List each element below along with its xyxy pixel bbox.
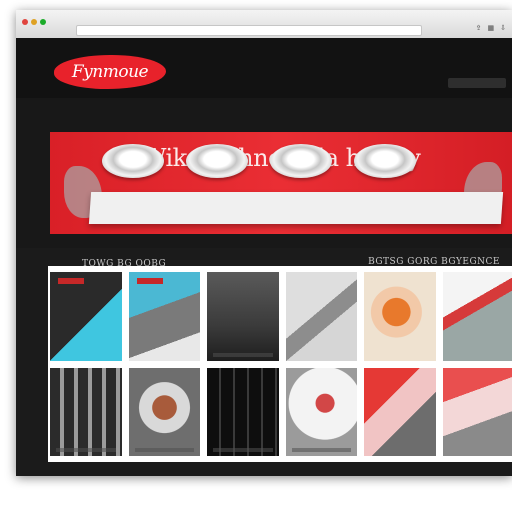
address-bar[interactable]: [76, 25, 422, 36]
hero-plates: [102, 144, 416, 178]
gallery-thumbnail[interactable]: [207, 367, 279, 456]
logo-text: Fynmoue: [71, 62, 149, 82]
gallery-thumbnail[interactable]: [207, 272, 279, 361]
gallery-thumbnail[interactable]: [128, 367, 200, 456]
browser-window: ⇪ ▦ ⇩ Fynmoue Wike Puhn: [16, 10, 512, 476]
thumbnail-caption: [56, 448, 116, 452]
thumbnail-caption: [213, 448, 273, 452]
thumbnail-badge: [136, 278, 163, 284]
thumbnail-caption: [213, 352, 273, 357]
gallery-thumbnail[interactable]: [285, 367, 357, 456]
thumbnail-caption: [134, 448, 194, 452]
download-icon[interactable]: ⇩: [500, 24, 506, 32]
gallery-thumbnail[interactable]: [285, 272, 357, 361]
search-input[interactable]: [448, 78, 506, 88]
gallery-thumbnail[interactable]: [50, 367, 122, 456]
plate-image: [270, 144, 332, 178]
browser-toolbar: ⇪ ▦ ⇩: [16, 10, 512, 39]
hero-table: [88, 192, 504, 224]
site-logo[interactable]: Fynmoue: [54, 55, 166, 89]
toolbar-icons: ⇪ ▦ ⇩: [476, 24, 506, 32]
tabs-icon[interactable]: ▦: [488, 24, 495, 32]
gallery-thumbnail[interactable]: [442, 367, 512, 456]
plate-image: [354, 144, 416, 178]
image-gallery: [48, 266, 512, 462]
plate-image: [102, 144, 164, 178]
close-window-button[interactable]: [22, 19, 28, 25]
gallery-thumbnail[interactable]: [442, 272, 512, 361]
site-header: Fynmoue: [16, 38, 512, 98]
maximize-window-button[interactable]: [40, 19, 46, 25]
gallery-thumbnail[interactable]: [364, 367, 436, 456]
thumbnail-badge: [58, 278, 84, 284]
thumbnail-caption: [291, 448, 351, 452]
window-controls: [22, 19, 46, 25]
gallery-thumbnail[interactable]: [50, 272, 122, 361]
plate-image: [186, 144, 248, 178]
gallery-thumbnail[interactable]: [128, 272, 200, 361]
gallery-thumbnail[interactable]: [364, 272, 436, 361]
share-icon[interactable]: ⇪: [476, 24, 482, 32]
minimize-window-button[interactable]: [31, 19, 37, 25]
hero-banner: Wike Puhne gala h Fery TOWG BG OOBG BGTS…: [16, 98, 512, 269]
